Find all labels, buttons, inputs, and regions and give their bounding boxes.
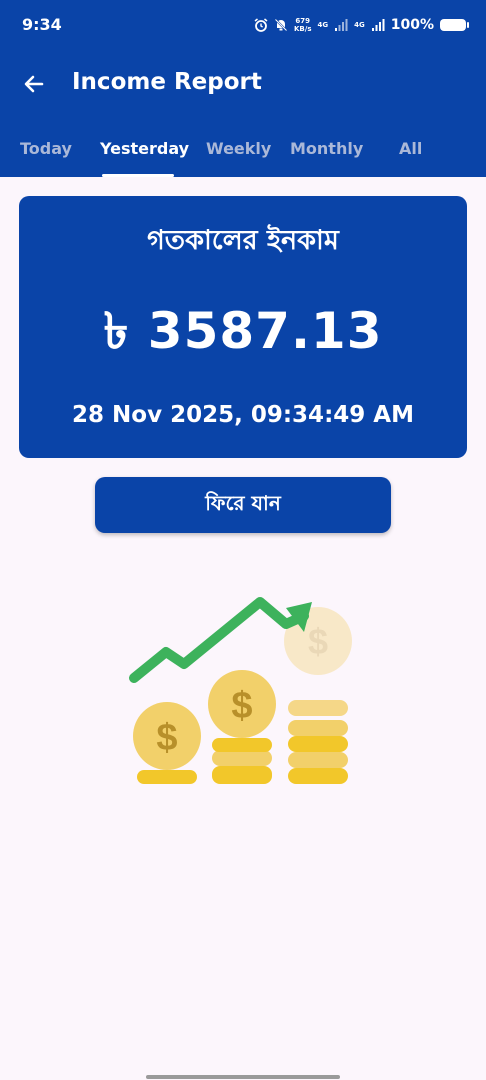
top-app-bar: 9:34 679 KB/s 4G 4G 100% Income Report T… bbox=[0, 0, 486, 177]
page-title: Income Report bbox=[72, 69, 262, 95]
network-type-2: 4G bbox=[354, 21, 365, 29]
income-card-heading: গতকালের ইনকাম bbox=[147, 225, 339, 256]
dollar-coin-icon: $ bbox=[133, 702, 201, 784]
home-indicator[interactable] bbox=[146, 1075, 340, 1079]
back-button[interactable] bbox=[12, 62, 56, 106]
mute-bell-icon bbox=[274, 18, 288, 32]
income-card: গতকালের ইনকাম ৳ 3587.13 28 Nov 2025, 09:… bbox=[19, 196, 467, 458]
svg-text:$: $ bbox=[231, 685, 252, 727]
battery-icon bbox=[440, 19, 469, 31]
status-icons: 679 KB/s 4G 4G 100% bbox=[254, 14, 469, 36]
status-time: 9:34 bbox=[22, 15, 62, 34]
tab-yesterday[interactable]: Yesterday bbox=[100, 139, 189, 177]
signal-icon bbox=[335, 19, 348, 31]
tab-today[interactable]: Today bbox=[20, 139, 72, 177]
network-speed: 679 KB/s bbox=[294, 17, 311, 33]
battery-percent: 100% bbox=[390, 17, 434, 33]
income-growth-coins-illustration: $ $ $ bbox=[129, 597, 352, 784]
back-arrow-icon bbox=[24, 75, 44, 93]
tab-monthly[interactable]: Monthly bbox=[290, 139, 363, 177]
tab-all[interactable]: All bbox=[399, 139, 422, 177]
alarm-icon bbox=[254, 18, 268, 32]
status-bar: 9:34 679 KB/s 4G 4G 100% bbox=[0, 0, 486, 52]
income-datetime: 28 Nov 2025, 09:34:49 AM bbox=[72, 402, 414, 428]
svg-text:$: $ bbox=[156, 717, 177, 759]
svg-text:$: $ bbox=[308, 621, 328, 662]
active-tab-indicator bbox=[102, 174, 174, 177]
tab-bar: Today Yesterday Weekly Monthly All bbox=[0, 125, 486, 177]
tab-weekly[interactable]: Weekly bbox=[206, 139, 271, 177]
coin-stack-icon bbox=[288, 700, 348, 784]
income-amount: ৳ 3587.13 bbox=[103, 302, 383, 360]
network-type-1: 4G bbox=[317, 21, 329, 29]
network-speed-value: 679 bbox=[295, 17, 311, 25]
app-bar: Income Report bbox=[0, 56, 486, 114]
dollar-coin-stack-icon: $ bbox=[208, 670, 276, 784]
signal-icon-2 bbox=[371, 19, 385, 31]
network-speed-unit: KB/s bbox=[294, 25, 312, 33]
go-back-button[interactable]: ফিরে যান bbox=[95, 477, 391, 533]
